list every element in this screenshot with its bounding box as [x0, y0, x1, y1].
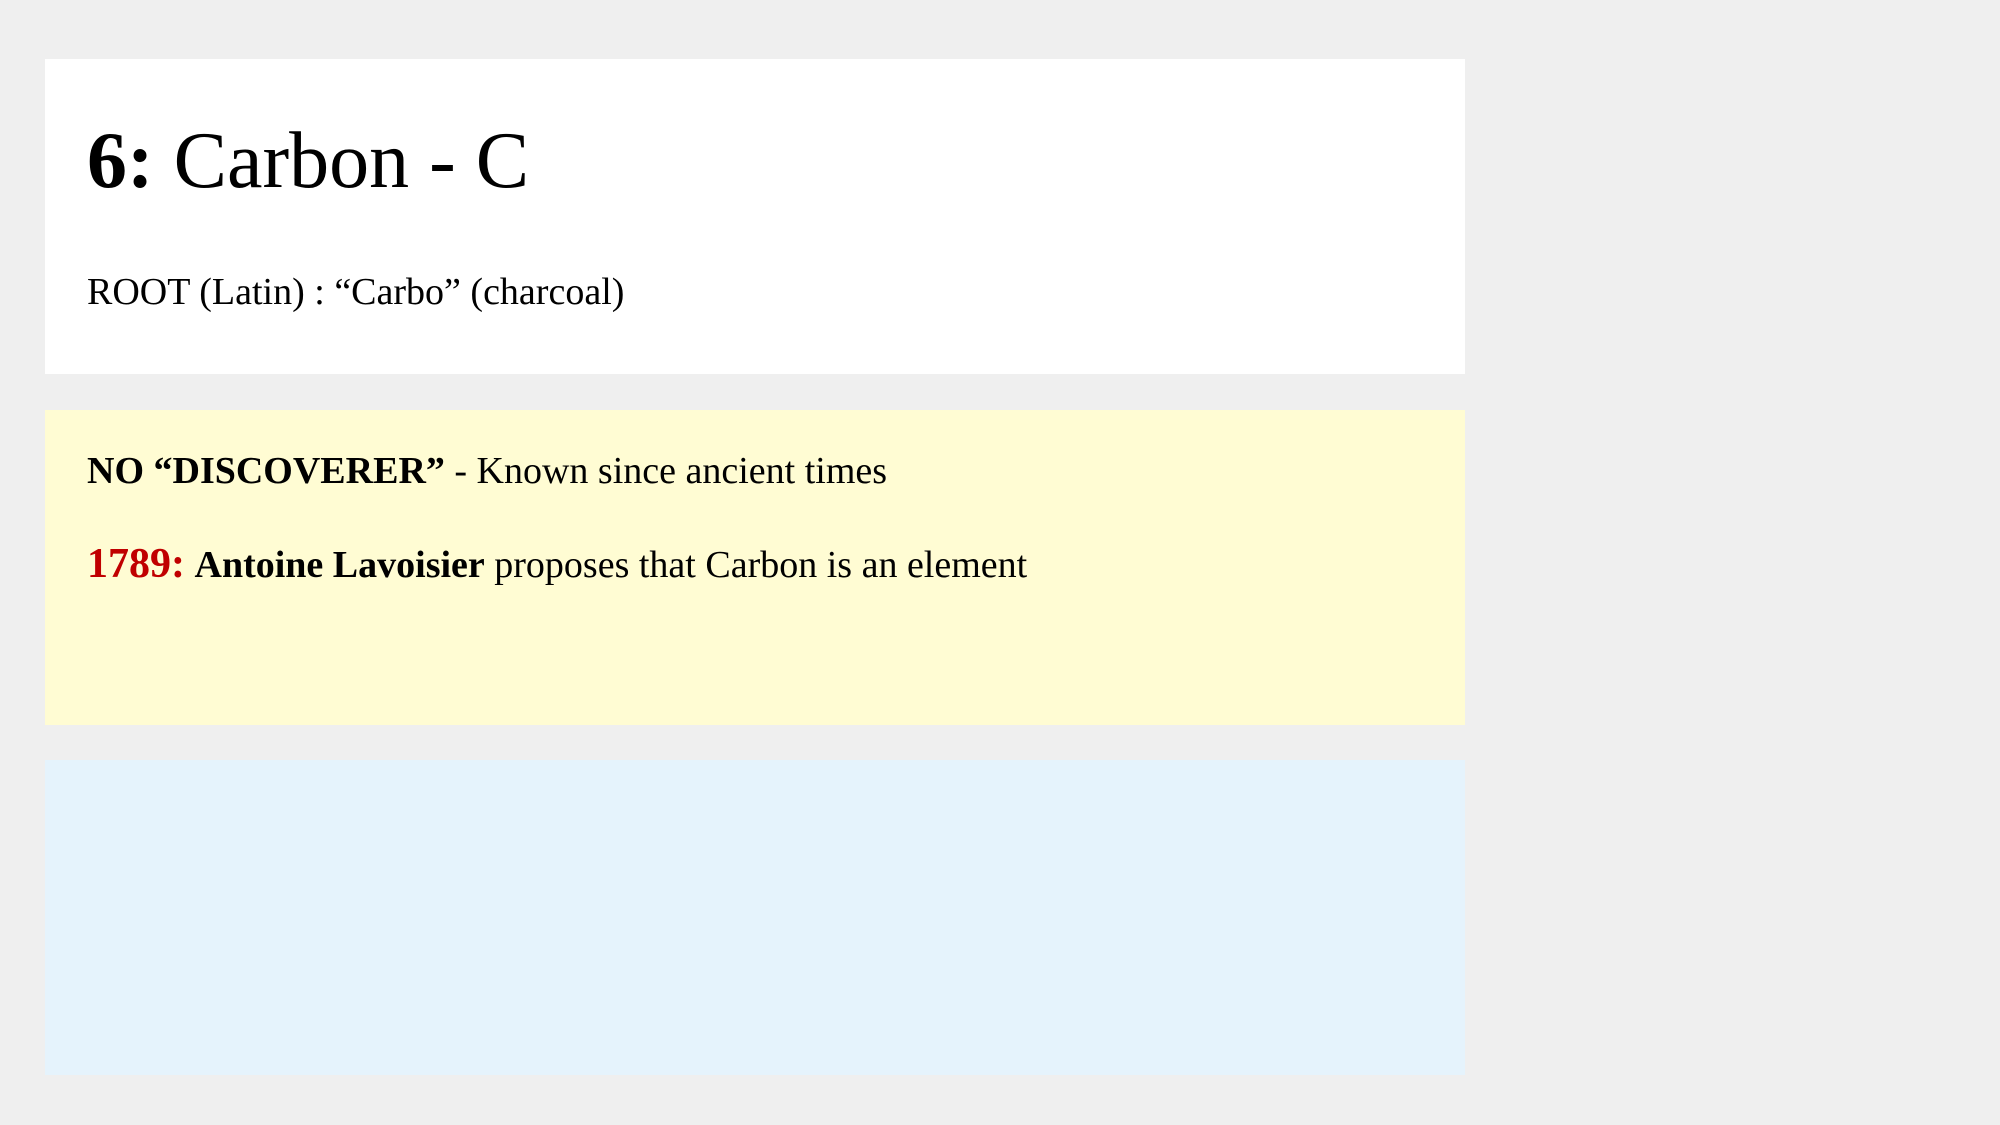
atomic-number: 6: — [87, 117, 154, 205]
history-person: Antoine Lavoisier — [194, 544, 485, 586]
etymology-root: ROOT (Latin) : “Carbo” (charcoal) — [87, 271, 625, 313]
empty-panel — [45, 760, 1465, 1075]
element-name: Carbon - C — [173, 117, 530, 205]
history-year: 1789: — [87, 541, 185, 587]
discoverer-line: NO “DISCOVERER” - Known since ancient ti… — [87, 452, 887, 490]
history-event: proposes that Carbon is an element — [484, 544, 1028, 586]
discoverer-label: NO “DISCOVERER” — [87, 450, 445, 492]
discovery-panel: NO “DISCOVERER” - Known since ancient ti… — [45, 410, 1465, 725]
page-title: 6: Carbon - C — [87, 121, 529, 201]
title-panel: 6: Carbon - C ROOT (Latin) : “Carbo” (ch… — [45, 59, 1465, 374]
discoverer-note: - Known since ancient times — [444, 450, 888, 492]
history-line: 1789: Antoine Lavoisier proposes that Ca… — [87, 543, 1027, 585]
